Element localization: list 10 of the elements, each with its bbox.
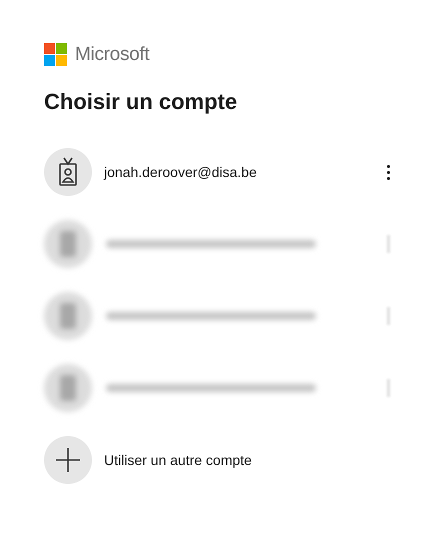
logo-icon bbox=[44, 43, 67, 66]
use-another-account-button[interactable]: Utiliser un autre compte bbox=[44, 424, 392, 496]
blurred-avatar-icon bbox=[44, 220, 92, 268]
page-title: Choisir un compte bbox=[44, 88, 238, 116]
account-email[interactable]: jonah.deroover@disa.be bbox=[104, 162, 380, 182]
plus-icon bbox=[44, 436, 92, 484]
brand-name: Microsoft bbox=[75, 45, 150, 64]
badge-avatar-icon bbox=[44, 148, 92, 196]
blurred-avatar-icon bbox=[44, 292, 92, 340]
blurred-avatar-icon bbox=[44, 364, 92, 412]
